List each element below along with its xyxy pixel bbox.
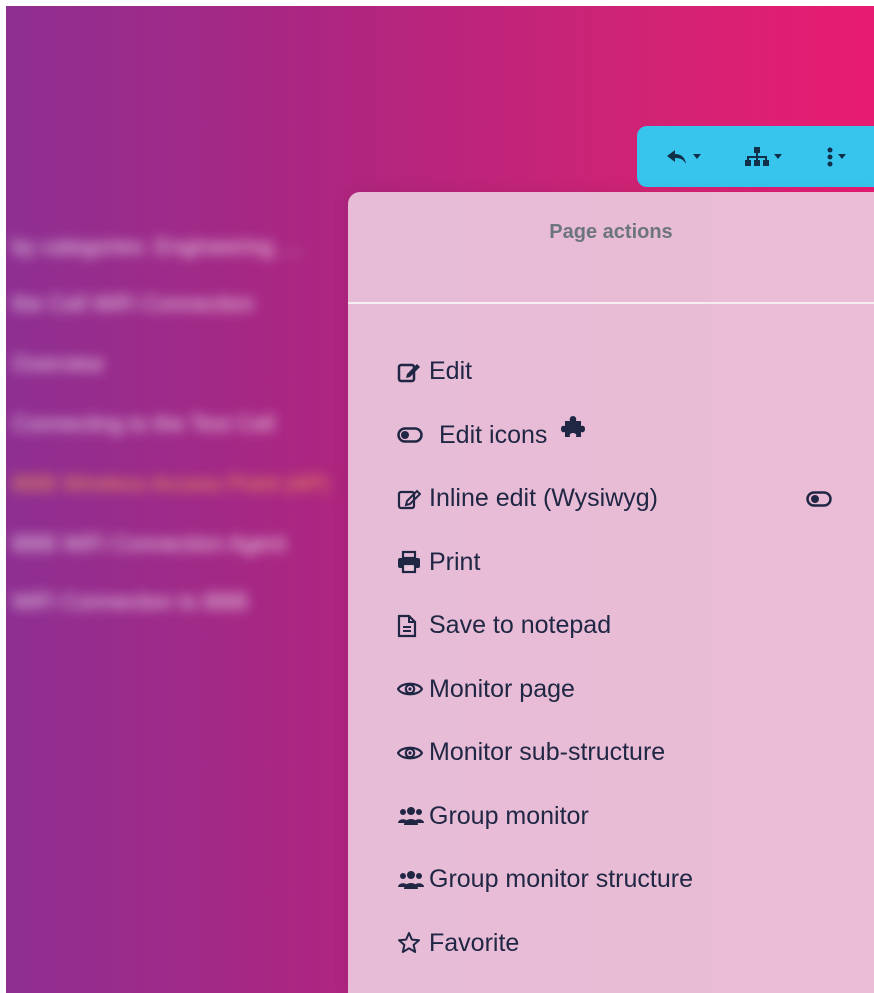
ellipsis-vertical-icon	[826, 146, 834, 168]
star-icon	[397, 931, 429, 955]
menu-item-monitor-page[interactable]: Monitor page	[348, 658, 874, 722]
blurred-text-line-highlighted: BBB Wireless Access Point (AP)	[12, 471, 329, 496]
menu-item-group-monitor-structure[interactable]: Group monitor structure	[348, 848, 874, 912]
menu-title: Page actions	[549, 220, 673, 243]
page-actions-menu: Page actions Edit Edit icons Inline edit…	[348, 192, 874, 993]
menu-item-label: Save to notepad	[429, 611, 612, 640]
undo-dropdown-button[interactable]	[657, 141, 709, 173]
menu-item-monitor-sub-structure[interactable]: Monitor sub-structure	[348, 721, 874, 785]
blurred-text-line: Connecting to the Test Cell	[12, 411, 275, 436]
menu-item-inline-edit[interactable]: Inline edit (Wysiwyg)	[348, 467, 874, 531]
eye-icon	[397, 744, 429, 762]
menu-items: Edit Edit icons Inline edit (Wysiwyg) Pr…	[348, 340, 874, 975]
users-icon	[397, 870, 429, 890]
menu-item-edit-icons[interactable]: Edit icons	[348, 404, 874, 468]
puzzle-icon	[561, 415, 586, 439]
menu-item-edit[interactable]: Edit	[348, 340, 874, 404]
menu-item-label: Edit	[429, 357, 473, 386]
menu-item-label: Group monitor structure	[429, 865, 693, 894]
menu-item-label: Print	[429, 547, 481, 576]
menu-item-group-monitor[interactable]: Group monitor	[348, 785, 874, 849]
toggle-icon	[397, 427, 429, 443]
toggle-icon[interactable]	[806, 491, 832, 507]
menu-item-label: Monitor page	[429, 674, 575, 703]
sitemap-icon	[744, 146, 770, 168]
eye-icon	[397, 680, 429, 698]
menu-item-save-to-notepad[interactable]: Save to notepad	[348, 594, 874, 658]
menu-item-label: Group monitor	[429, 801, 589, 830]
file-text-icon	[397, 614, 429, 638]
edit-outline-icon	[397, 487, 429, 511]
blurred-text-line: by categories: Engineering, ...	[12, 234, 304, 259]
chevron-down-icon	[838, 154, 847, 159]
menu-item-label: Edit icons	[439, 420, 548, 449]
page-toolbar	[637, 126, 874, 187]
menu-item-label: Monitor sub-structure	[429, 738, 666, 767]
blurred-text-line: Overview	[12, 351, 104, 376]
users-icon	[397, 806, 429, 826]
blurred-text-line: BBB WiFi Connection Agent	[12, 531, 286, 556]
menu-item-print[interactable]: Print	[348, 531, 874, 595]
menu-item-favorite[interactable]: Favorite	[348, 912, 874, 976]
more-actions-dropdown-button[interactable]	[818, 140, 854, 174]
blurred-text-line: WiFi Connection to BBB	[12, 589, 248, 614]
print-icon	[397, 550, 429, 574]
menu-header: Page actions	[348, 192, 874, 302]
blurred-text-line: the Cell WiFi Connection	[12, 291, 255, 316]
menu-item-label: Favorite	[429, 928, 520, 957]
undo-icon	[665, 147, 689, 167]
chevron-down-icon	[692, 154, 701, 159]
menu-divider	[348, 302, 874, 304]
edit-icon	[397, 360, 429, 384]
chevron-down-icon	[774, 154, 783, 159]
menu-item-label: Inline edit (Wysiwyg)	[429, 484, 659, 513]
structure-dropdown-button[interactable]	[736, 140, 790, 174]
